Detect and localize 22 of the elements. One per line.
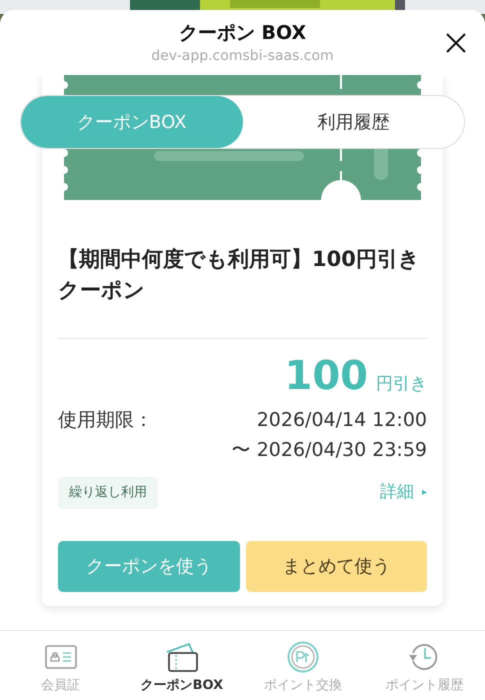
coupon-title: 【期間中何度でも利用可】100円引きクーポン	[58, 246, 421, 304]
page-title: クーポン BOX	[178, 21, 306, 45]
nav-tab[interactable]: ポイント履歴	[364, 631, 485, 700]
member-card-icon	[44, 645, 77, 669]
discount-unit: 円引き	[376, 373, 427, 396]
page-url: dev-app.comsbi-saas.com	[151, 47, 334, 65]
nav-tab[interactable]: クーポンBOX	[121, 631, 242, 700]
details-link[interactable]: 詳細 ▸	[380, 480, 427, 506]
expiry-end: 〜 2026/04/30 23:59	[232, 438, 427, 463]
expiry-label: 使用期限：	[58, 408, 153, 433]
tab[interactable]: クーポンBOX	[21, 96, 242, 148]
coupon-icon	[164, 642, 199, 672]
use-together-button[interactable]: まとめて使う	[246, 540, 427, 592]
discount-amount: 100	[284, 353, 368, 399]
usage-tag: 繰り返し利用	[58, 477, 158, 508]
nav-tab[interactable]: 会員証	[0, 631, 122, 700]
arrow-icon: ▸	[422, 485, 427, 500]
use-coupon-button[interactable]: クーポンを使う	[58, 540, 240, 592]
nav-tab[interactable]: ポイント交換	[242, 631, 364, 700]
close-icon[interactable]	[445, 32, 467, 54]
points-icon	[287, 641, 320, 673]
expiry-start: 2026/04/14 12:00	[256, 408, 427, 433]
